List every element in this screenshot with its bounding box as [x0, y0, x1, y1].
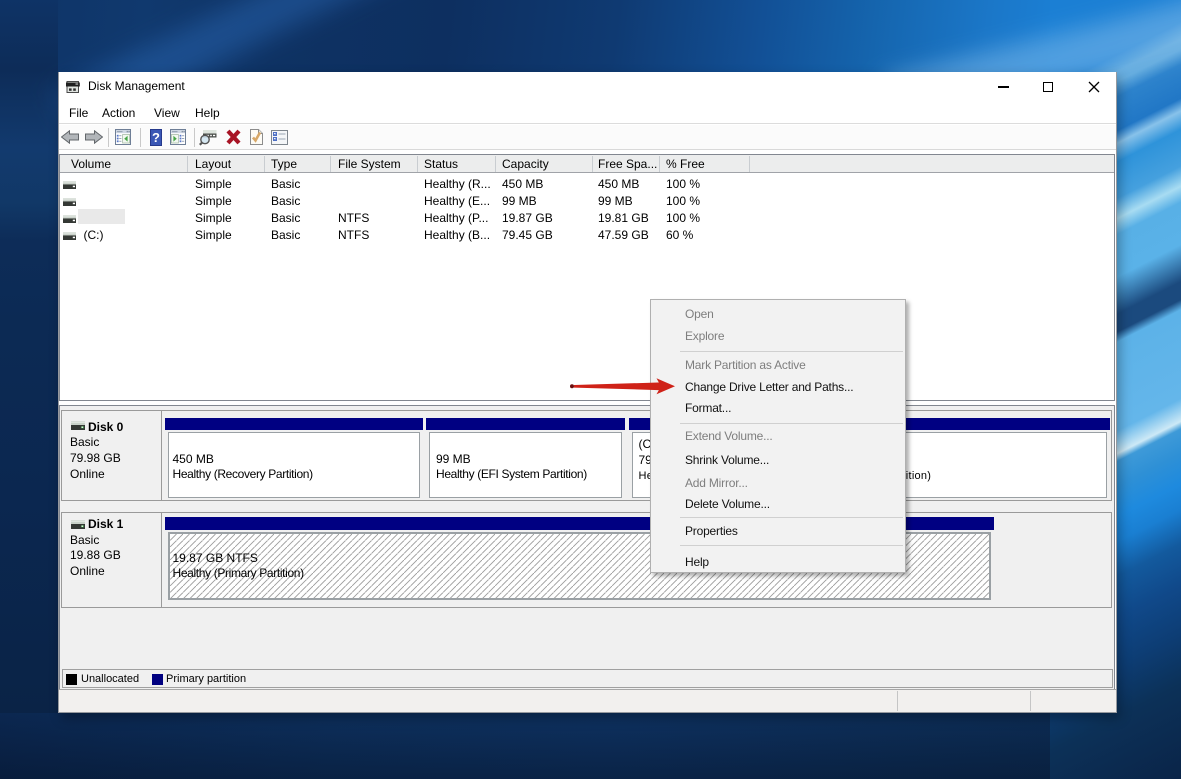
svg-text:?: ?: [152, 130, 160, 145]
